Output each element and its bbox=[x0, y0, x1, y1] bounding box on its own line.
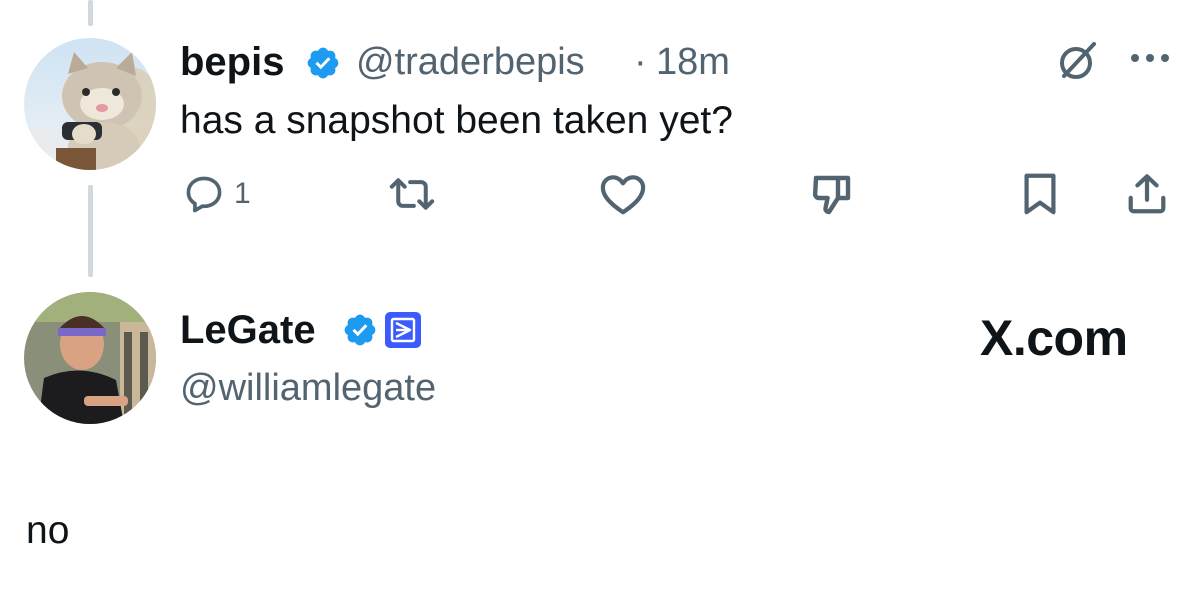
author-handle[interactable]: @traderbepis bbox=[356, 40, 585, 84]
meta-separator: · bbox=[634, 41, 647, 83]
dislike-button[interactable] bbox=[808, 170, 856, 218]
quote-post-text: no bbox=[26, 509, 70, 552]
thread-line-top bbox=[88, 0, 93, 26]
reply-button[interactable]: 1 bbox=[182, 170, 251, 218]
bookmark-icon bbox=[1020, 171, 1060, 217]
quote-author-name[interactable]: LeGate bbox=[180, 308, 316, 352]
quote-author-handle[interactable]: @williamlegate bbox=[180, 366, 436, 410]
author-name[interactable]: bepis bbox=[180, 40, 284, 84]
reply-icon bbox=[182, 172, 226, 216]
avatar-bepis[interactable] bbox=[24, 38, 156, 170]
share-button[interactable] bbox=[1124, 170, 1170, 218]
share-icon bbox=[1124, 171, 1170, 217]
post-text: has a snapshot been taken yet? bbox=[180, 99, 733, 142]
reply-count: 1 bbox=[234, 177, 251, 210]
like-icon bbox=[598, 171, 648, 217]
affiliate-badge-icon[interactable] bbox=[384, 311, 422, 349]
verified-badge-icon[interactable] bbox=[305, 45, 341, 81]
avatar-legate[interactable] bbox=[24, 292, 156, 424]
more-icon[interactable] bbox=[1128, 50, 1172, 66]
repost-button[interactable] bbox=[386, 170, 438, 218]
thread-line-connector bbox=[88, 185, 93, 277]
bookmark-button[interactable] bbox=[1020, 170, 1060, 218]
dislike-icon bbox=[808, 170, 856, 218]
verified-badge-icon[interactable] bbox=[342, 312, 378, 348]
like-button[interactable] bbox=[598, 170, 648, 218]
repost-icon bbox=[386, 172, 438, 216]
brand-watermark: X.com bbox=[980, 310, 1128, 366]
grok-icon[interactable] bbox=[1052, 36, 1102, 86]
post-time[interactable]: 18m bbox=[656, 40, 730, 84]
